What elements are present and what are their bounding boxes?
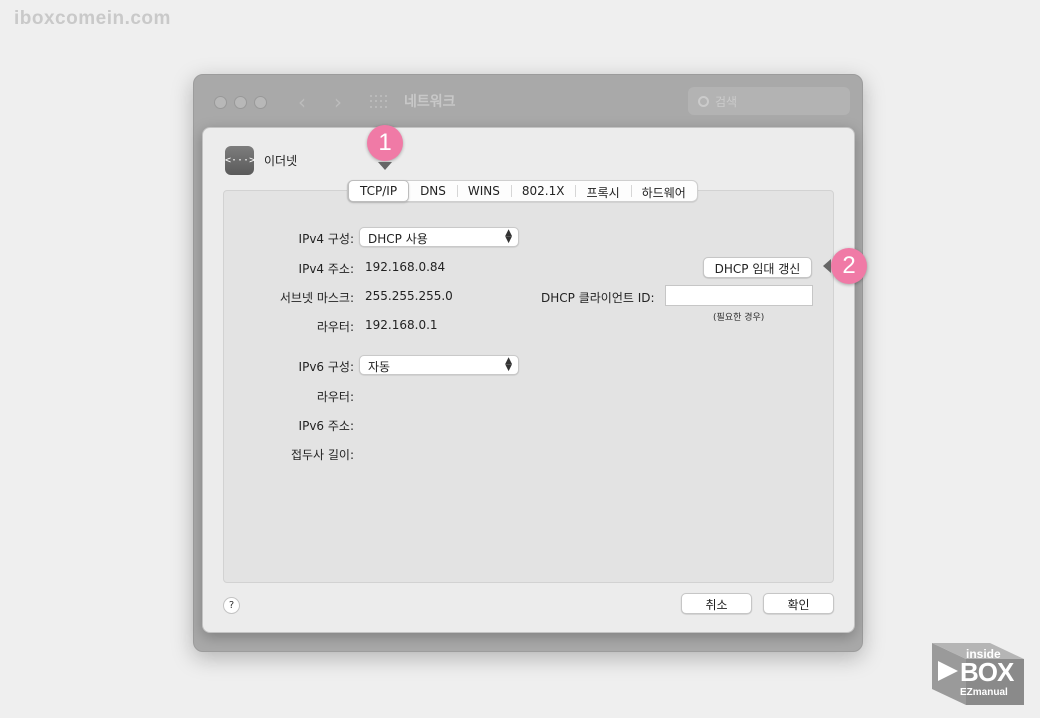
ipv4-address-value: 192.168.0.84 — [365, 260, 446, 274]
show-all-grid-icon[interactable] — [370, 95, 388, 109]
help-button[interactable]: ? — [223, 597, 240, 614]
ipv6-config-select[interactable]: 자동 ▲ ▼ — [359, 355, 519, 375]
interface-name: 이더넷 — [264, 154, 298, 168]
ipv4-config-select[interactable]: DHCP 사용 ▲ ▼ — [359, 227, 519, 247]
back-arrow-icon[interactable]: ‹ — [298, 90, 306, 114]
logo-text-box: BOX — [960, 657, 1014, 687]
chevron-updown-icon: ▲ ▼ — [505, 228, 512, 245]
close-window-button[interactable] — [214, 96, 227, 109]
tab-proxy[interactable]: 프록시 — [575, 181, 630, 201]
watermark: iboxcomein.com — [14, 8, 171, 29]
annotation-pointer-1 — [378, 162, 392, 170]
prefix-length-label: 접두사 길이: — [290, 448, 354, 462]
tab-dns[interactable]: DNS — [409, 181, 457, 201]
ipv6-config-label: IPv6 구성: — [298, 360, 354, 374]
ipv6-config-value: 자동 — [368, 360, 391, 374]
renew-dhcp-lease-button[interactable]: DHCP 임대 갱신 — [703, 257, 812, 278]
annotation-badge-2: 2 — [831, 248, 867, 284]
search-icon — [698, 96, 709, 107]
ipv4-config-label: IPv4 구성: — [298, 232, 354, 246]
search-input[interactable]: 검색 — [688, 87, 850, 115]
zoom-window-button[interactable] — [254, 96, 267, 109]
annotation-pointer-2 — [823, 259, 831, 273]
dhcp-client-id-label: DHCP 클라이언트 ID: — [541, 291, 655, 305]
tab-hardware[interactable]: 하드웨어 — [630, 181, 697, 201]
search-placeholder: 검색 — [715, 95, 738, 109]
ethernet-icon: <···> — [225, 146, 255, 175]
settings-panel — [223, 190, 834, 583]
forward-arrow-icon[interactable]: › — [334, 90, 342, 114]
window-title: 네트워크 — [404, 94, 456, 110]
cancel-button[interactable]: 취소 — [681, 593, 752, 614]
router-label: 라우터: — [316, 320, 354, 334]
tcpip-settings-sheet: <···> 이더넷 TCP/IP DNS WINS 802.1X 프록시 하드웨… — [202, 127, 855, 633]
logo-text-ezmanual: EZmanual — [960, 687, 1008, 698]
subnet-mask-value: 255.255.255.0 — [365, 289, 453, 303]
minimize-window-button[interactable] — [234, 96, 247, 109]
ipv4-config-value: DHCP 사용 — [368, 232, 428, 246]
tab-bar: TCP/IP DNS WINS 802.1X 프록시 하드웨어 — [347, 180, 698, 202]
dhcp-client-id-hint: (필요한 경우) — [713, 313, 765, 323]
dhcp-client-id-input[interactable] — [665, 285, 813, 306]
ok-button[interactable]: 확인 — [763, 593, 834, 614]
ipv6-router-label: 라우터: — [316, 390, 354, 404]
ipv4-address-label: IPv4 주소: — [298, 262, 354, 276]
ipv6-address-label: IPv6 주소: — [298, 419, 354, 433]
subnet-mask-label: 서브넷 마스크: — [279, 291, 354, 305]
insidebox-logo: inside BOX EZmanual — [930, 641, 1026, 707]
annotation-badge-1: 1 — [367, 125, 403, 161]
router-value: 192.168.0.1 — [365, 318, 438, 332]
tab-8021x[interactable]: 802.1X — [510, 181, 576, 201]
tab-wins[interactable]: WINS — [456, 181, 511, 201]
tab-tcpip[interactable]: TCP/IP — [348, 180, 410, 202]
chevron-updown-icon: ▲ ▼ — [505, 356, 512, 373]
